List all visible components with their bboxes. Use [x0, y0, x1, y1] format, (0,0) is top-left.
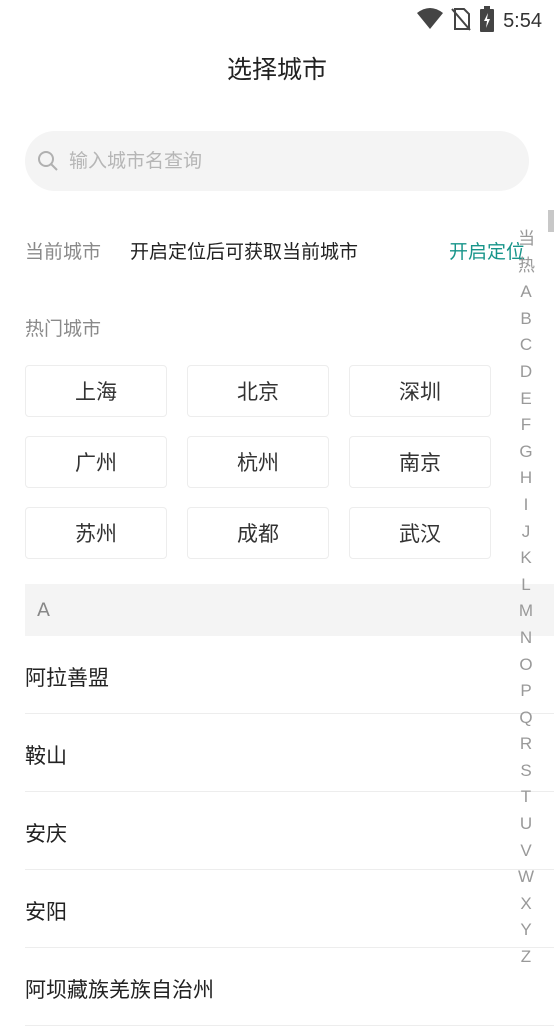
- index-letter[interactable]: K: [518, 545, 534, 572]
- status-time: 5:54: [503, 9, 542, 32]
- hot-city-button[interactable]: 北京: [187, 365, 329, 417]
- status-bar: 5:54: [0, 0, 554, 38]
- section-header-letter: A: [37, 599, 50, 621]
- search-input[interactable]: [67, 149, 491, 173]
- index-letter[interactable]: P: [518, 678, 534, 705]
- city-name: 阿坝藏族羌族自治州: [25, 978, 214, 1002]
- index-letter[interactable]: V: [518, 838, 534, 865]
- index-letter[interactable]: B: [518, 306, 534, 333]
- city-name: 安庆: [25, 822, 67, 846]
- list-item[interactable]: 阿拉善盟: [25, 636, 554, 714]
- index-letter[interactable]: E: [518, 386, 534, 413]
- hot-city-button[interactable]: 杭州: [187, 436, 329, 488]
- no-sim-icon: [451, 7, 471, 35]
- alphabet-index-bar[interactable]: 当热ABCDEFGHIJKLMNOPQRSTUVWXYZ: [518, 226, 535, 971]
- status-icons: 5:54: [417, 6, 542, 36]
- current-city-label: 当前城市: [25, 241, 102, 263]
- index-letter[interactable]: N: [518, 625, 534, 652]
- hot-city-button[interactable]: 苏州: [25, 507, 167, 559]
- index-letter[interactable]: S: [518, 758, 534, 785]
- list-item[interactable]: 安阳: [25, 870, 554, 948]
- current-city-row: 当前城市 开启定位后可获取当前城市 开启定位: [25, 232, 525, 268]
- index-letter[interactable]: U: [518, 811, 534, 838]
- page-title: 选择城市: [226, 55, 327, 84]
- index-letter[interactable]: I: [518, 492, 534, 519]
- index-letter[interactable]: R: [518, 731, 534, 758]
- index-letter[interactable]: C: [518, 332, 534, 359]
- index-letter[interactable]: L: [518, 572, 534, 599]
- search-icon: [37, 150, 59, 172]
- list-item[interactable]: 阿坝藏族羌族自治州: [25, 948, 554, 1026]
- list-item[interactable]: 鞍山: [25, 714, 554, 792]
- hot-city-button[interactable]: 成都: [187, 507, 329, 559]
- index-letter[interactable]: G: [518, 439, 534, 466]
- index-letter[interactable]: T: [518, 784, 534, 811]
- index-letter[interactable]: Q: [518, 705, 534, 732]
- wifi-icon: [417, 8, 444, 34]
- current-city-text: 开启定位后可获取当前城市: [130, 241, 359, 263]
- index-letter[interactable]: D: [518, 359, 534, 386]
- section-header: A: [25, 584, 554, 636]
- index-letter[interactable]: F: [518, 412, 534, 439]
- index-letter[interactable]: M: [518, 598, 534, 625]
- battery-charging-icon: [479, 6, 495, 36]
- list-item[interactable]: 安庆: [25, 792, 554, 870]
- enable-location-button[interactable]: 开启定位: [449, 237, 525, 264]
- index-letter[interactable]: 热: [518, 253, 535, 280]
- search-bar[interactable]: [25, 131, 529, 191]
- index-letter[interactable]: A: [518, 279, 534, 306]
- index-letter[interactable]: O: [518, 652, 534, 679]
- city-name: 鞍山: [25, 744, 67, 768]
- index-letter[interactable]: H: [518, 465, 534, 492]
- index-letter[interactable]: 当: [518, 226, 535, 253]
- hot-cities-label: 热门城市: [25, 318, 102, 340]
- hot-city-button[interactable]: 南京: [349, 436, 491, 488]
- index-letter[interactable]: Y: [518, 917, 534, 944]
- city-name: 阿拉善盟: [25, 666, 109, 690]
- city-list: 阿拉善盟 鞍山 安庆 安阳 阿坝藏族羌族自治州: [25, 636, 554, 1026]
- index-letter[interactable]: W: [518, 864, 534, 891]
- city-name: 安阳: [25, 900, 67, 924]
- hot-city-button[interactable]: 武汉: [349, 507, 491, 559]
- scrollbar[interactable]: [548, 210, 554, 232]
- index-letter[interactable]: Z: [518, 944, 534, 971]
- index-letter[interactable]: X: [518, 891, 534, 918]
- hot-city-button[interactable]: 深圳: [349, 365, 491, 417]
- index-letter[interactable]: J: [518, 519, 534, 546]
- title-bar: 选择城市: [0, 50, 554, 86]
- hot-city-button[interactable]: 上海: [25, 365, 167, 417]
- hot-city-button[interactable]: 广州: [25, 436, 167, 488]
